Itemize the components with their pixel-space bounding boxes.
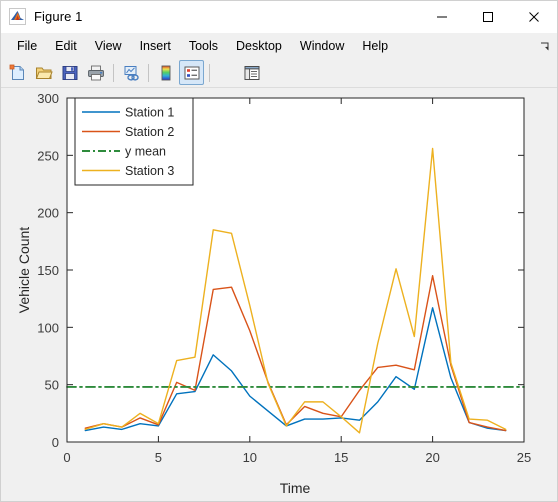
chart-legend[interactable]: Station 1 Station 2 y mean Station 3 bbox=[74, 97, 194, 186]
minimize-icon[interactable] bbox=[419, 1, 465, 32]
menu-item-file[interactable]: File bbox=[8, 36, 46, 56]
close-icon[interactable] bbox=[511, 1, 557, 32]
x-tick-label: 25 bbox=[517, 450, 531, 465]
y-tick-label: 50 bbox=[45, 378, 59, 393]
window-title: Figure 1 bbox=[34, 9, 83, 24]
x-tick-label: 5 bbox=[155, 450, 162, 465]
x-tick-label: 0 bbox=[63, 450, 70, 465]
window-controls bbox=[419, 1, 557, 32]
legend-label-2: Station 2 bbox=[125, 125, 174, 139]
open-file-button[interactable] bbox=[31, 60, 56, 85]
save-figure-button[interactable] bbox=[57, 60, 82, 85]
title-bar: Figure 1 bbox=[1, 1, 557, 33]
figure-canvas[interactable]: 0 50 100 150 200 250 300 0 5 10 15 20 25 Vehicle Co… bbox=[1, 88, 558, 502]
colorbar-button[interactable] bbox=[153, 60, 178, 85]
show-plot-tools-button[interactable] bbox=[239, 60, 264, 85]
legend-button[interactable] bbox=[179, 60, 204, 85]
link-plot-button[interactable] bbox=[118, 60, 143, 85]
y-tick-label: 300 bbox=[37, 91, 59, 106]
y-tick-label: 250 bbox=[37, 148, 59, 163]
toolbar-separator-2 bbox=[148, 63, 149, 82]
toolbar-separator-3 bbox=[209, 63, 210, 82]
menu-item-edit[interactable]: Edit bbox=[46, 36, 86, 56]
menu-bar: File Edit View Insert Tools Desktop Wind… bbox=[1, 33, 557, 58]
menu-item-tools[interactable]: Tools bbox=[180, 36, 227, 56]
figure-window: Figure 1 File Edit View Insert Tools Des… bbox=[0, 0, 558, 502]
x-axis-label: Time bbox=[280, 480, 311, 496]
legend-label-3: y mean bbox=[125, 145, 166, 159]
menu-item-view[interactable]: View bbox=[86, 36, 131, 56]
legend-label-1: Station 1 bbox=[125, 106, 174, 120]
toolbar-separator-1 bbox=[113, 63, 114, 82]
new-figure-button[interactable] bbox=[5, 60, 30, 85]
menu-item-help[interactable]: Help bbox=[353, 36, 397, 56]
y-tick-label: 0 bbox=[52, 435, 59, 450]
y-axis-label: Vehicle Count bbox=[16, 227, 32, 314]
y-tick-label: 150 bbox=[37, 263, 59, 278]
y-tick-label: 200 bbox=[37, 206, 59, 221]
maximize-icon[interactable] bbox=[465, 1, 511, 32]
x-tick-label: 20 bbox=[425, 450, 439, 465]
print-figure-button[interactable] bbox=[83, 60, 108, 85]
menu-item-window[interactable]: Window bbox=[291, 36, 353, 56]
x-tick-label: 10 bbox=[243, 450, 257, 465]
matlab-membrane-icon bbox=[9, 8, 26, 25]
y-tick-label: 100 bbox=[37, 320, 59, 335]
line-chart[interactable]: 0 50 100 150 200 250 300 0 5 10 15 20 25 Vehicle Co… bbox=[1, 88, 558, 502]
x-tick-label: 15 bbox=[334, 450, 348, 465]
menu-item-insert[interactable]: Insert bbox=[131, 36, 180, 56]
legend-label-4: Station 3 bbox=[125, 164, 174, 178]
tool-bar bbox=[1, 58, 557, 131]
resize-grip-icon[interactable] bbox=[539, 39, 551, 51]
menu-item-desktop[interactable]: Desktop bbox=[227, 36, 291, 56]
